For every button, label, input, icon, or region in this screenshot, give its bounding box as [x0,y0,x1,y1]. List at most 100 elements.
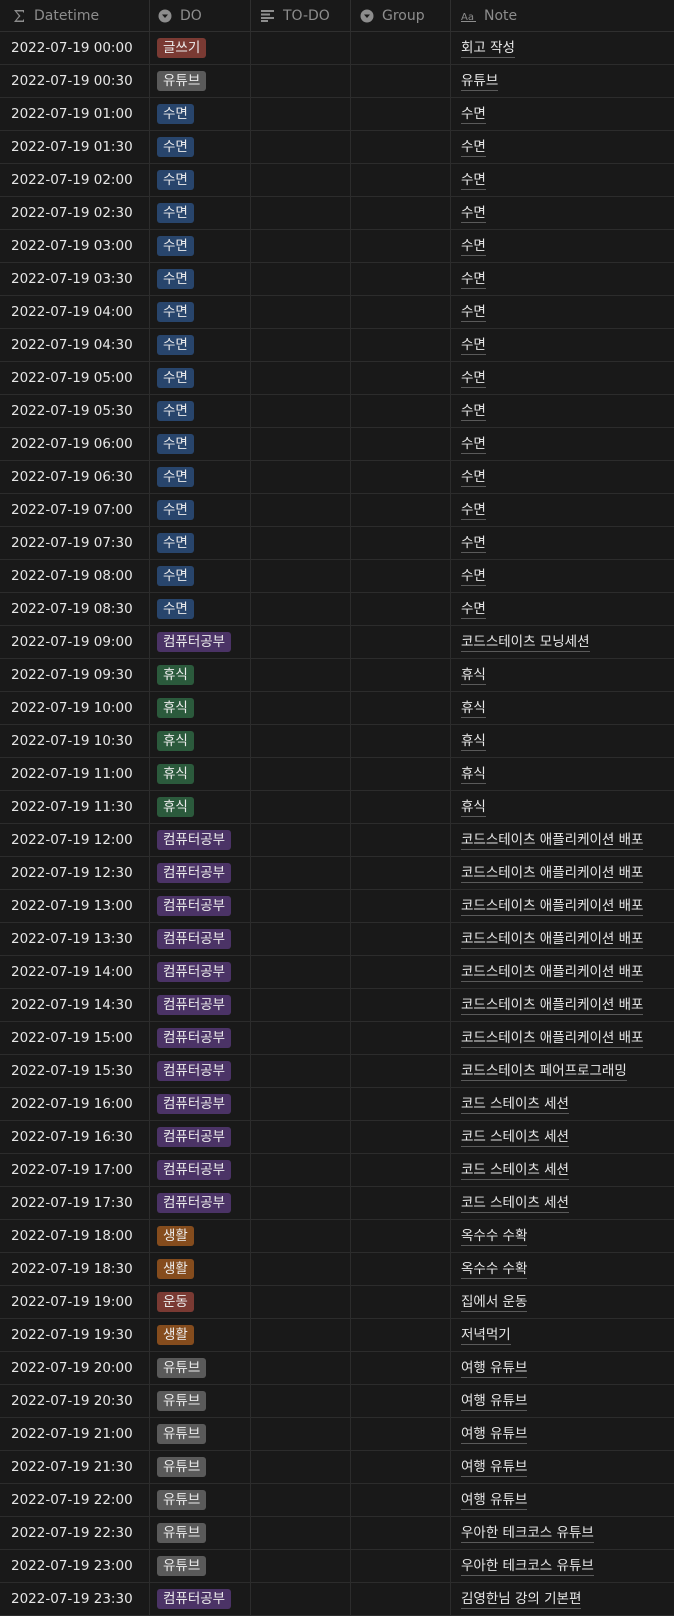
column-header-group[interactable]: Group [351,0,451,31]
table-row[interactable]: 2022-07-19 07:00 수면 수면 [0,494,674,527]
datetime-cell[interactable]: 2022-07-19 10:00 [0,692,150,724]
note-title-link[interactable]: 우아한 테크코스 유튜브 [461,1557,594,1576]
table-row[interactable]: 2022-07-19 21:30 유튜브 여행 유튜브 [0,1451,674,1484]
do-cell[interactable]: 수면 [150,560,251,592]
group-cell[interactable] [351,362,451,394]
table-row[interactable]: 2022-07-19 08:00 수면 수면 [0,560,674,593]
todo-cell[interactable] [251,857,351,889]
note-title-link[interactable]: 수면 [461,270,486,289]
todo-cell[interactable] [251,230,351,262]
note-title-link[interactable]: 여행 유튜브 [461,1392,528,1411]
note-cell[interactable]: 수면 [451,560,674,592]
group-cell[interactable] [351,1187,451,1219]
datetime-cell[interactable]: 2022-07-19 09:30 [0,659,150,691]
note-cell[interactable]: 유튜브 [451,65,674,97]
datetime-cell[interactable]: 2022-07-19 22:00 [0,1484,150,1516]
note-cell[interactable]: 저녁먹기 [451,1319,674,1351]
todo-cell[interactable] [251,1319,351,1351]
note-title-link[interactable]: 저녁먹기 [461,1326,511,1345]
datetime-cell[interactable]: 2022-07-19 07:30 [0,527,150,559]
note-cell[interactable]: 수면 [451,494,674,526]
note-cell[interactable]: 수면 [451,362,674,394]
note-title-link[interactable]: 수면 [461,171,486,190]
table-row[interactable]: 2022-07-19 01:00 수면 수면 [0,98,674,131]
note-cell[interactable]: 수면 [451,197,674,229]
do-cell[interactable]: 유튜브 [150,1352,251,1384]
do-cell[interactable]: 유튜브 [150,1385,251,1417]
column-header-todo[interactable]: TO-DO [251,0,351,31]
note-title-link[interactable]: 수면 [461,600,486,619]
note-cell[interactable]: 수면 [451,263,674,295]
todo-cell[interactable] [251,1220,351,1252]
note-cell[interactable]: 옥수수 수확 [451,1220,674,1252]
note-cell[interactable]: 휴식 [451,725,674,757]
datetime-cell[interactable]: 2022-07-19 08:00 [0,560,150,592]
do-cell[interactable]: 수면 [150,527,251,559]
note-cell[interactable]: 코드스테이츠 애플리케이션 배포 [451,1022,674,1054]
table-row[interactable]: 2022-07-19 13:30 컴퓨터공부 코드스테이츠 애플리케이션 배포 [0,923,674,956]
group-cell[interactable] [351,1121,451,1153]
todo-cell[interactable] [251,1583,351,1615]
note-title-link[interactable]: 수면 [461,501,486,520]
datetime-cell[interactable]: 2022-07-19 20:00 [0,1352,150,1384]
note-title-link[interactable]: 수면 [461,336,486,355]
todo-cell[interactable] [251,395,351,427]
note-cell[interactable]: 코드 스테이츠 세션 [451,1088,674,1120]
table-row[interactable]: 2022-07-19 23:30 컴퓨터공부 김영한님 강의 기본편 [0,1583,674,1616]
todo-cell[interactable] [251,1121,351,1153]
todo-cell[interactable] [251,1088,351,1120]
datetime-cell[interactable]: 2022-07-19 14:00 [0,956,150,988]
note-cell[interactable]: 수면 [451,428,674,460]
todo-cell[interactable] [251,1550,351,1582]
todo-cell[interactable] [251,1484,351,1516]
note-cell[interactable]: 코드 스테이츠 세션 [451,1121,674,1153]
todo-cell[interactable] [251,1385,351,1417]
datetime-cell[interactable]: 2022-07-19 19:00 [0,1286,150,1318]
column-header-datetime[interactable]: Datetime [0,0,150,31]
table-row[interactable]: 2022-07-19 21:00 유튜브 여행 유튜브 [0,1418,674,1451]
note-title-link[interactable]: 휴식 [461,765,486,784]
todo-cell[interactable] [251,626,351,658]
note-title-link[interactable]: 코드 스테이츠 세션 [461,1128,569,1147]
table-row[interactable]: 2022-07-19 03:30 수면 수면 [0,263,674,296]
todo-cell[interactable] [251,824,351,856]
datetime-cell[interactable]: 2022-07-19 12:00 [0,824,150,856]
note-cell[interactable]: 수면 [451,395,674,427]
todo-cell[interactable] [251,1451,351,1483]
note-cell[interactable]: 수면 [451,329,674,361]
do-cell[interactable]: 컴퓨터공부 [150,857,251,889]
datetime-cell[interactable]: 2022-07-19 21:00 [0,1418,150,1450]
group-cell[interactable] [351,65,451,97]
datetime-cell[interactable]: 2022-07-19 19:30 [0,1319,150,1351]
do-cell[interactable]: 유튜브 [150,1484,251,1516]
group-cell[interactable] [351,164,451,196]
note-cell[interactable]: 코드스테이츠 애플리케이션 배포 [451,956,674,988]
note-cell[interactable]: 휴식 [451,758,674,790]
note-title-link[interactable]: 여행 유튜브 [461,1425,528,1444]
do-cell[interactable]: 수면 [150,362,251,394]
table-row[interactable]: 2022-07-19 20:30 유튜브 여행 유튜브 [0,1385,674,1418]
table-row[interactable]: 2022-07-19 19:30 생활 저녁먹기 [0,1319,674,1352]
note-cell[interactable]: 코드 스테이츠 세션 [451,1187,674,1219]
note-title-link[interactable]: 휴식 [461,732,486,751]
note-cell[interactable]: 수면 [451,131,674,163]
note-title-link[interactable]: 코드 스테이츠 세션 [461,1161,569,1180]
datetime-cell[interactable]: 2022-07-19 16:30 [0,1121,150,1153]
table-row[interactable]: 2022-07-19 04:30 수면 수면 [0,329,674,362]
todo-cell[interactable] [251,1154,351,1186]
table-row[interactable]: 2022-07-19 12:30 컴퓨터공부 코드스테이츠 애플리케이션 배포 [0,857,674,890]
note-cell[interactable]: 코드스테이츠 애플리케이션 배포 [451,824,674,856]
note-title-link[interactable]: 코드스테이츠 애플리케이션 배포 [461,864,644,883]
do-cell[interactable]: 컴퓨터공부 [150,1154,251,1186]
datetime-cell[interactable]: 2022-07-19 21:30 [0,1451,150,1483]
note-title-link[interactable]: 수면 [461,237,486,256]
do-cell[interactable]: 유튜브 [150,1550,251,1582]
note-title-link[interactable]: 코드스테이츠 애플리케이션 배포 [461,996,644,1015]
group-cell[interactable] [351,1088,451,1120]
todo-cell[interactable] [251,263,351,295]
note-title-link[interactable]: 코드 스테이츠 세션 [461,1095,569,1114]
datetime-cell[interactable]: 2022-07-19 17:30 [0,1187,150,1219]
table-row[interactable]: 2022-07-19 00:00 글쓰기 회고 작성 [0,32,674,65]
group-cell[interactable] [351,725,451,757]
datetime-cell[interactable]: 2022-07-19 06:00 [0,428,150,460]
